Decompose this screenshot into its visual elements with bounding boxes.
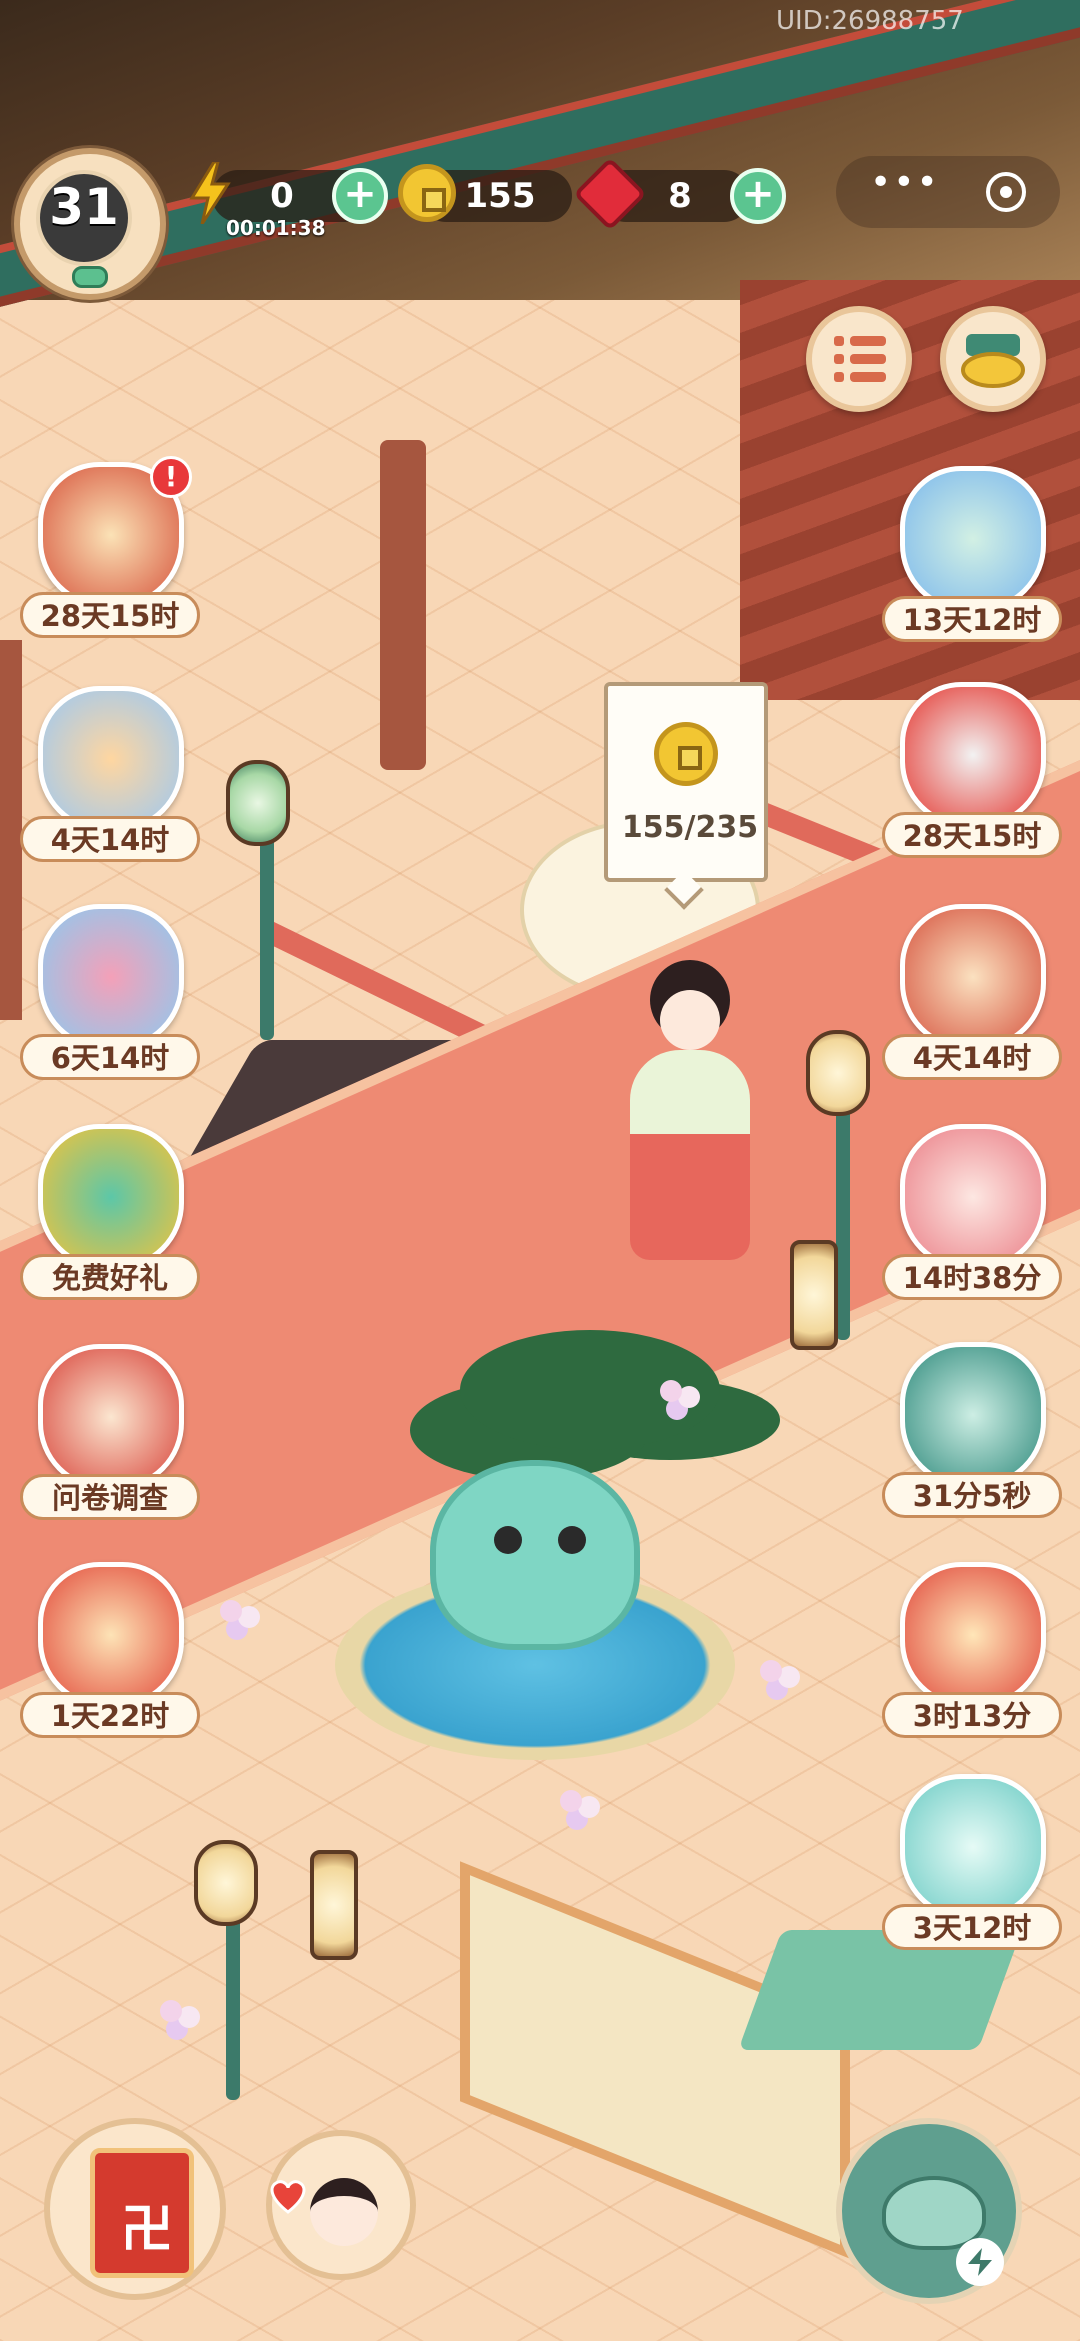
treasure-chest-icon bbox=[900, 1562, 1046, 1708]
list-icon bbox=[834, 336, 886, 382]
book-rune: 卍 bbox=[121, 2200, 174, 2260]
event-timer: 6天14时 bbox=[20, 1034, 200, 1080]
event-flower-fan[interactable]: 6天14时 bbox=[20, 904, 200, 1094]
character-face bbox=[660, 990, 720, 1050]
survey-scroll-icon bbox=[38, 1344, 184, 1490]
flower bbox=[660, 1380, 682, 1402]
lantern bbox=[806, 1030, 870, 1116]
pink-cat-icon bbox=[900, 1124, 1046, 1270]
uid-label: UID:26988757 bbox=[776, 6, 964, 36]
event-fox[interactable]: 4天14时 bbox=[20, 686, 200, 876]
character-portrait-button[interactable] bbox=[266, 2130, 416, 2280]
event-timer: 28天15时 bbox=[882, 812, 1062, 858]
shop-button[interactable] bbox=[940, 306, 1046, 412]
coin-collect-tooltip[interactable]: 155/235 bbox=[604, 682, 768, 882]
energy-timer: 00:01:38 bbox=[226, 216, 326, 240]
event-timer: 13天12时 bbox=[882, 596, 1062, 642]
alert-badge: ! bbox=[150, 456, 192, 498]
lantern bbox=[226, 760, 290, 846]
jade-icon bbox=[72, 266, 108, 288]
coin-icon bbox=[654, 722, 718, 786]
event-survey[interactable]: 问卷调查 bbox=[20, 1344, 200, 1534]
event-pink-cat[interactable]: 14时38分 bbox=[882, 1124, 1062, 1314]
character-body bbox=[630, 1050, 750, 1260]
event-label: 免费好礼 bbox=[20, 1254, 200, 1300]
lantern-post bbox=[260, 820, 274, 1040]
lucky-cat-icon bbox=[38, 1562, 184, 1708]
fan-cat-icon bbox=[900, 904, 1046, 1050]
event-free-gift[interactable]: 免费好礼 bbox=[20, 1124, 200, 1314]
list-menu-button[interactable] bbox=[806, 306, 912, 412]
event-treasure-cat[interactable]: 31分5秒 bbox=[882, 1342, 1062, 1532]
event-timer: 28天15时 bbox=[20, 592, 200, 638]
coin-icon bbox=[398, 164, 456, 222]
close-target-icon[interactable] bbox=[986, 172, 1026, 212]
event-gift-box[interactable]: 3天12时 bbox=[882, 1774, 1062, 1964]
coin-value: 155 bbox=[464, 176, 536, 216]
lantern-post bbox=[836, 1100, 850, 1340]
red-book-icon: 卍 bbox=[90, 2148, 194, 2278]
free-gift-icon bbox=[38, 1124, 184, 1270]
more-menu-button[interactable]: ••• bbox=[870, 162, 940, 203]
gold-ingot-icon bbox=[961, 334, 1025, 388]
lantern-post bbox=[226, 1900, 240, 2100]
event-label: 问卷调查 bbox=[20, 1474, 200, 1520]
flower-fan-icon bbox=[38, 904, 184, 1050]
event-timer: 4天14时 bbox=[20, 816, 200, 862]
flower bbox=[160, 2000, 182, 2022]
lantern bbox=[194, 1840, 258, 1926]
event-moon[interactable]: 28天15时 bbox=[882, 682, 1062, 872]
heart-icon bbox=[270, 2180, 306, 2214]
journal-button[interactable]: 卍 bbox=[44, 2118, 226, 2300]
event-treasure-chest[interactable]: 3时13分 bbox=[882, 1562, 1062, 1752]
event-timer: 31分5秒 bbox=[882, 1472, 1062, 1518]
coin-progress: 155/235 bbox=[621, 810, 759, 845]
gem-value: 8 bbox=[668, 176, 692, 216]
cat-statue[interactable] bbox=[430, 1460, 640, 1650]
lantern bbox=[790, 1240, 838, 1350]
event-timer: 3天12时 bbox=[882, 1904, 1062, 1950]
event-timer: 14时38分 bbox=[882, 1254, 1062, 1300]
portrait-face bbox=[310, 2178, 378, 2246]
statue-eye bbox=[494, 1526, 522, 1554]
lightning-icon bbox=[189, 162, 231, 224]
level-number: 31 bbox=[49, 178, 119, 236]
flower bbox=[220, 1600, 242, 1622]
event-timer: 1天22时 bbox=[20, 1692, 200, 1738]
lantern bbox=[310, 1850, 358, 1960]
heroine-character[interactable] bbox=[620, 960, 760, 1260]
event-lucky-cat[interactable]: 1天22时 bbox=[20, 1562, 200, 1752]
add-gems-button[interactable]: + bbox=[730, 168, 786, 224]
statue-eye bbox=[558, 1526, 586, 1554]
add-energy-button[interactable]: + bbox=[332, 168, 388, 224]
gift-box-cat-icon bbox=[900, 1774, 1046, 1920]
cloud-cat-icon bbox=[900, 466, 1046, 612]
event-timer: 4天14时 bbox=[882, 1034, 1062, 1080]
event-timer: 3时13分 bbox=[882, 1692, 1062, 1738]
pillar bbox=[380, 440, 426, 770]
tea-shop-button[interactable] bbox=[836, 2118, 1022, 2304]
event-festival[interactable]: ! 28天15时 bbox=[20, 456, 200, 652]
treasure-cat-icon bbox=[900, 1342, 1046, 1488]
pillar bbox=[0, 640, 22, 1020]
flower bbox=[560, 1790, 582, 1812]
player-level-badge[interactable]: 31 bbox=[14, 148, 166, 310]
swap-arrow-icon bbox=[956, 2238, 1004, 2286]
event-fan-cat[interactable]: 4天14时 bbox=[882, 904, 1062, 1094]
fox-pet-icon bbox=[38, 686, 184, 832]
moon-scroll-icon bbox=[900, 682, 1046, 828]
flower bbox=[760, 1660, 782, 1682]
event-cloud-cat[interactable]: 13天12时 bbox=[882, 466, 1062, 656]
energy-value: 0 bbox=[270, 176, 294, 216]
